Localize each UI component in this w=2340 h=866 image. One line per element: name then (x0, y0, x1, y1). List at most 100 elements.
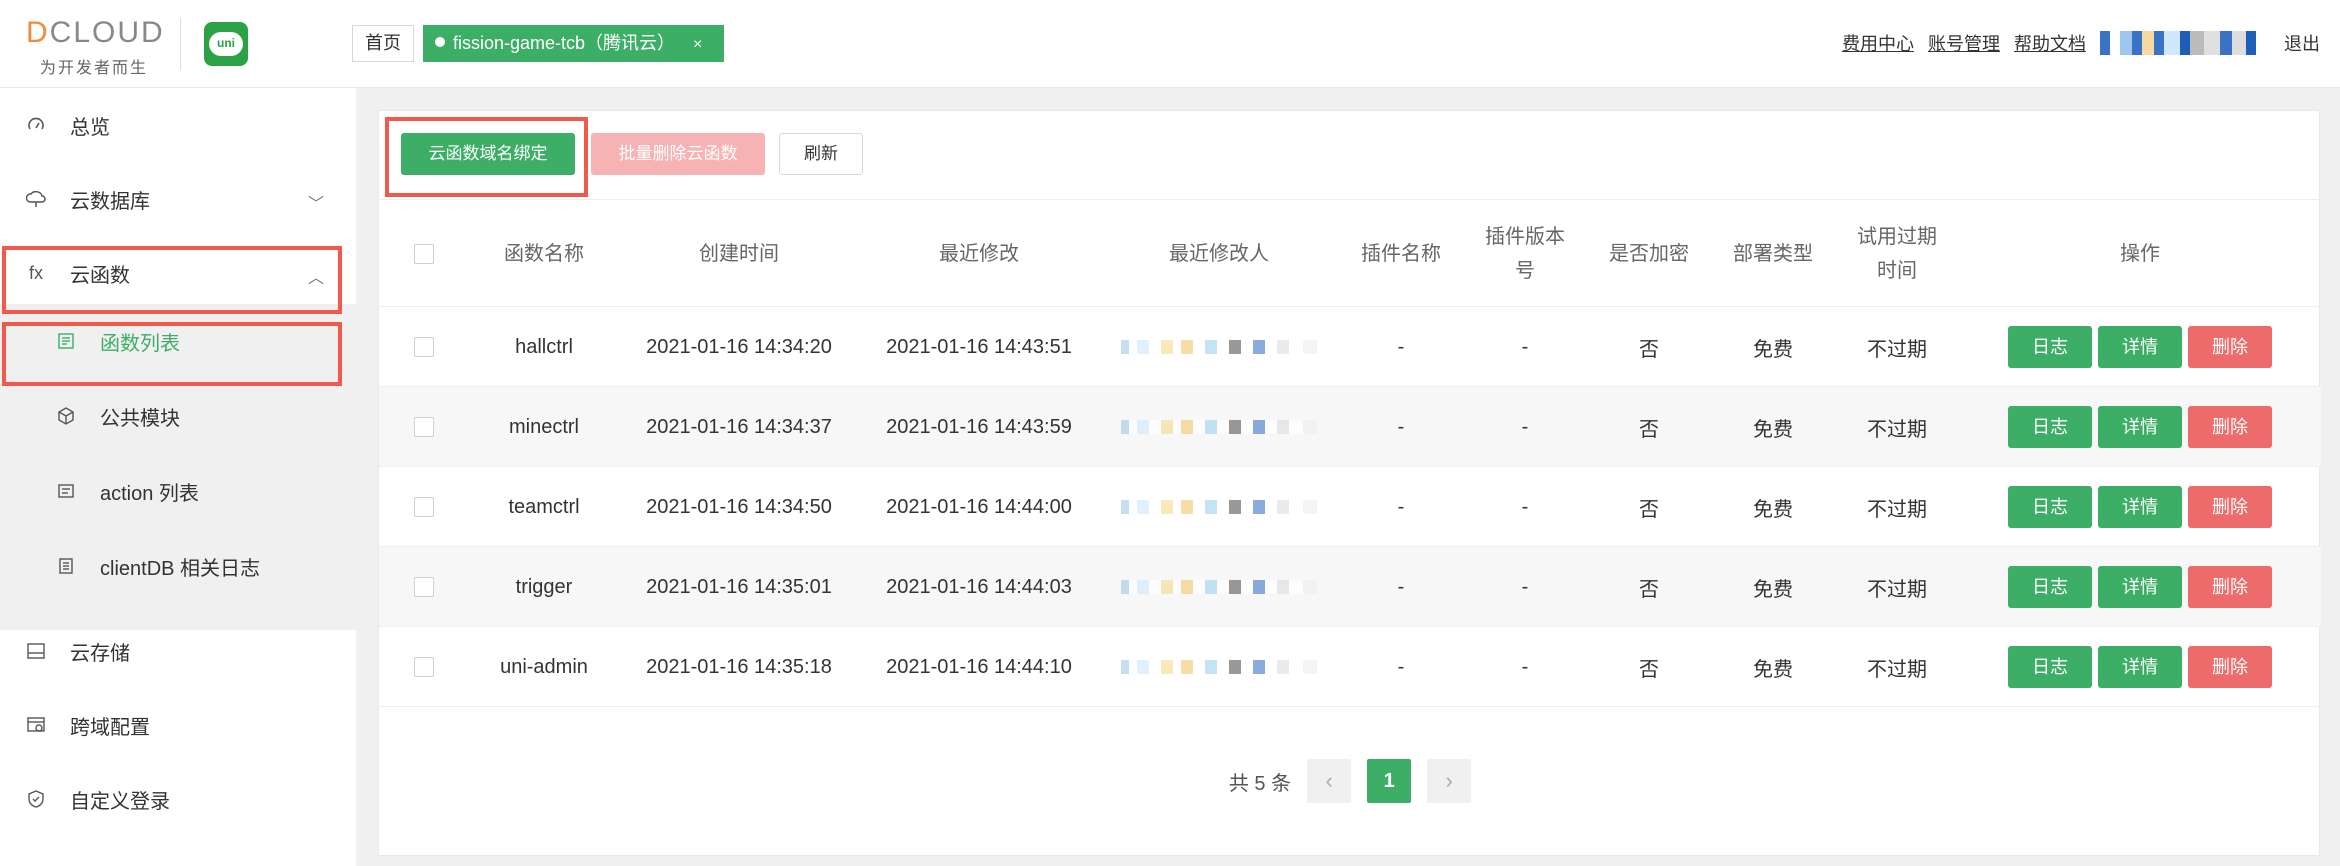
table-row: uni-admin 2021-01-16 14:35:18 2021-01-16 1… (379, 627, 2321, 707)
cell-encrypted: 否 (1639, 338, 1659, 361)
detail-button[interactable]: 详情 (2098, 566, 2182, 608)
sidebar-item-clientdb-log[interactable]: clientDB 相关日志 (0, 529, 356, 603)
delete-button[interactable]: 删除 (2188, 486, 2272, 528)
cell-deploy: 免费 (1753, 338, 1793, 361)
cell-expire: 不过期 (1867, 578, 1927, 601)
cell-plugin-ver: - (1521, 415, 1529, 438)
cell-plugin: - (1397, 495, 1405, 518)
row-checkbox[interactable] (414, 497, 434, 517)
cell-created: 2021-01-16 14:34:37 (646, 415, 832, 438)
delete-button[interactable]: 删除 (2188, 406, 2272, 448)
sidebar-item-cors[interactable]: 跨域配置 (0, 688, 356, 762)
tab-label: fission-game-tcb（腾讯云） (453, 33, 676, 53)
cell-modified: 2021-01-16 14:44:03 (886, 575, 1072, 598)
page-number-current[interactable]: 1 (1367, 759, 1412, 803)
tab-fission-game-tcb[interactable]: fission-game-tcb（腾讯云） × (423, 25, 725, 62)
row-checkbox[interactable] (414, 657, 434, 677)
table-row: minectrl 2021-01-16 14:34:37 2021-01-16 14… (379, 387, 2321, 467)
cell-deploy: 免费 (1753, 418, 1793, 441)
user-name-avatar[interactable] (2100, 31, 2270, 55)
select-all-checkbox[interactable] (414, 244, 434, 264)
pagination: 共 5 条 ‹ 1 › (379, 759, 2321, 803)
detail-button[interactable]: 详情 (2098, 486, 2182, 528)
row-checkbox[interactable] (414, 577, 434, 597)
refresh-button[interactable]: 刷新 (779, 133, 863, 175)
cell-name: trigger (515, 575, 573, 598)
log-button[interactable]: 日志 (2008, 646, 2092, 688)
cell-expire: 不过期 (1867, 338, 1927, 361)
cell-deploy: 免费 (1753, 578, 1793, 601)
cell-plugin-ver: - (1521, 335, 1529, 358)
sidebar-item-action-list[interactable]: action 列表 (0, 454, 356, 528)
delete-button[interactable]: 删除 (2188, 646, 2272, 688)
cell-expire: 不过期 (1867, 658, 1927, 681)
redacted-modifier (1121, 340, 1317, 354)
row-checkbox[interactable] (414, 417, 434, 437)
col-created: 创建时间 (699, 243, 779, 265)
cell-name: hallctrl (515, 335, 573, 358)
prev-page-button[interactable]: ‹ (1307, 759, 1352, 803)
log-button[interactable]: 日志 (2008, 326, 2092, 368)
link-help[interactable]: 帮助文档 (2014, 30, 2086, 56)
cell-expire: 不过期 (1867, 498, 1927, 521)
detail-button[interactable]: 详情 (2098, 406, 2182, 448)
sidebar-item-overview[interactable]: 总览 (0, 88, 356, 162)
chevron-down-icon[interactable]: ﹀ (308, 190, 324, 214)
batch-delete-button: 批量删除云函数 (591, 133, 765, 175)
cell-deploy: 免费 (1753, 658, 1793, 681)
cell-created: 2021-01-16 14:35:18 (646, 655, 832, 678)
col-trial-expire: 试用过期时间 (1857, 226, 1937, 282)
database-icon (26, 189, 46, 209)
cell-created: 2021-01-16 14:35:01 (646, 575, 832, 598)
cell-encrypted: 否 (1639, 418, 1659, 441)
action-icon (56, 481, 76, 501)
row-checkbox[interactable] (414, 337, 434, 357)
redacted-modifier (1121, 500, 1317, 514)
sidebar: 总览 云数据库 ﹀ fx 云函数 ︿ 函数列表 公共模块 action 列表 c… (0, 88, 356, 866)
total-count: 共 5 条 (1228, 772, 1292, 795)
cell-plugin: - (1397, 655, 1405, 678)
delete-button[interactable]: 删除 (2188, 566, 2272, 608)
close-icon[interactable]: × (693, 36, 702, 53)
detail-button[interactable]: 详情 (2098, 646, 2182, 688)
log-icon (56, 556, 76, 576)
sidebar-item-database[interactable]: 云数据库 ﹀ (0, 162, 356, 236)
cell-encrypted: 否 (1639, 498, 1659, 521)
cell-modified: 2021-01-16 14:44:10 (886, 655, 1072, 678)
highlight-box-function-list (2, 322, 342, 386)
redacted-modifier (1121, 660, 1317, 674)
sidebar-item-label: 公共模块 (100, 407, 180, 430)
sidebar-item-custom-login[interactable]: 自定义登录 (0, 762, 356, 836)
table-header: 函数名称 创建时间 最近修改 最近修改人 插件名称 插件版本号 是否加密 部署类… (379, 199, 2321, 307)
table-row: hallctrl 2021-01-16 14:34:20 2021-01-16 14… (379, 307, 2321, 387)
cors-icon (26, 715, 46, 735)
sidebar-item-label: action 列表 (100, 482, 199, 505)
col-modified: 最近修改 (939, 243, 1019, 265)
cell-plugin: - (1397, 415, 1405, 438)
sidebar-item-storage[interactable]: 云存储 (0, 614, 356, 688)
dcloud-logo[interactable]: DCLOUD 为开发者而生 (26, 18, 166, 78)
log-button[interactable]: 日志 (2008, 486, 2092, 528)
delete-button[interactable]: 删除 (2188, 326, 2272, 368)
log-button[interactable]: 日志 (2008, 566, 2092, 608)
logout-link[interactable]: 退出 (2284, 30, 2320, 56)
highlight-box-bind-domain (385, 117, 588, 197)
shield-icon (26, 789, 46, 809)
link-account[interactable]: 账号管理 (1928, 30, 2000, 56)
sidebar-item-label: 自定义登录 (70, 790, 170, 813)
sidebar-item-label: clientDB 相关日志 (100, 557, 261, 580)
sidebar-item-common-module[interactable]: 公共模块 (0, 379, 356, 453)
next-page-button[interactable]: › (1427, 759, 1472, 803)
sidebar-item-label: 跨域配置 (70, 716, 150, 739)
uni-logo[interactable]: uni (204, 22, 248, 66)
cell-modified: 2021-01-16 14:43:59 (886, 415, 1072, 438)
detail-button[interactable]: 详情 (2098, 326, 2182, 368)
sidebar-item-label: 云数据库 (70, 190, 150, 213)
log-button[interactable]: 日志 (2008, 406, 2092, 448)
col-name: 函数名称 (504, 243, 584, 265)
top-links: 费用中心 账号管理 帮助文档 退出 (1828, 30, 2320, 56)
cell-encrypted: 否 (1639, 578, 1659, 601)
link-billing[interactable]: 费用中心 (1842, 30, 1914, 56)
tab-home[interactable]: 首页 (352, 25, 414, 62)
cell-modified: 2021-01-16 14:44:00 (886, 495, 1072, 518)
